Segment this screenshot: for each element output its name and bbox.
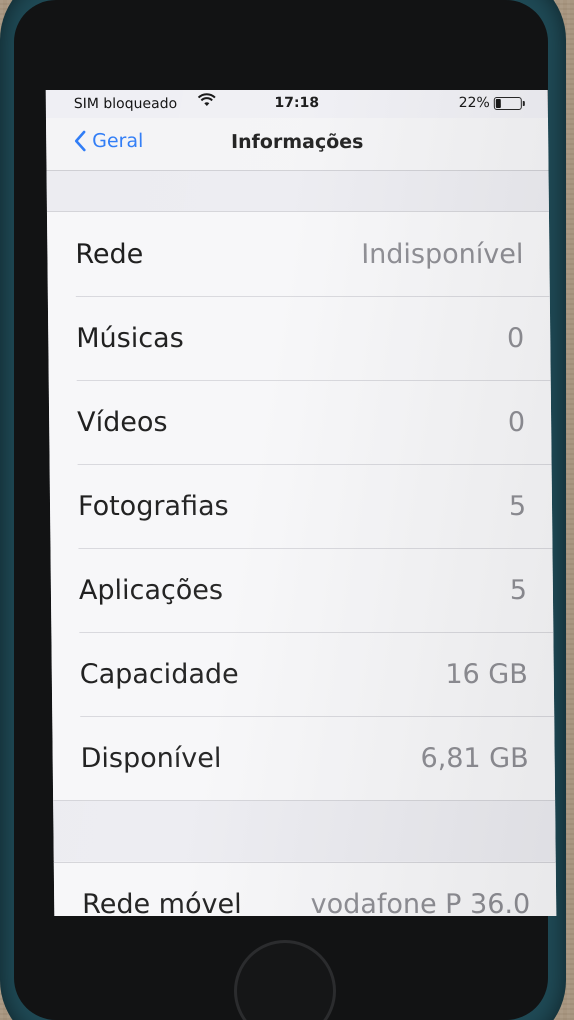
- row-label: Aplicações: [78, 574, 224, 606]
- row-value: vodafone P 36.0: [310, 889, 531, 916]
- photo-scene: SIM bloqueado 17:18 22% Geral Informaçõe…: [0, 0, 574, 1020]
- row-value: Indisponível: [361, 238, 524, 270]
- row-label: Disponível: [80, 742, 222, 774]
- phone-body: SIM bloqueado 17:18 22% Geral Informaçõe…: [14, 0, 557, 1020]
- info-row-capacity: Capacidade 16 GB: [51, 632, 554, 716]
- info-row-photos: Fotografias 5: [50, 464, 553, 548]
- section-separator: [46, 171, 549, 211]
- info-row-available: Disponível 6,81 GB: [52, 716, 555, 800]
- phone-screen: SIM bloqueado 17:18 22% Geral Informaçõe…: [45, 90, 557, 916]
- row-label: Rede móvel: [82, 889, 242, 916]
- row-value: 5: [508, 490, 527, 522]
- battery-icon: [493, 97, 525, 110]
- battery-fill: [495, 99, 501, 108]
- info-row-applications: Aplicações 5: [50, 548, 553, 632]
- info-row-network: Rede Indisponível: [47, 212, 550, 296]
- info-row-songs: Músicas 0: [48, 296, 551, 380]
- battery-percent: 22%: [458, 95, 490, 111]
- row-label: Fotografias: [77, 490, 229, 522]
- info-row-videos: Vídeos 0: [49, 380, 552, 464]
- row-label: Rede: [75, 238, 144, 270]
- row-value: 0: [507, 406, 526, 438]
- navigation-bar: Geral Informações: [45, 118, 549, 171]
- row-label: Vídeos: [76, 406, 168, 438]
- row-label: Capacidade: [79, 658, 239, 690]
- row-value: 6,81 GB: [420, 742, 529, 774]
- row-value: 16 GB: [445, 658, 528, 690]
- status-bar: SIM bloqueado 17:18 22%: [46, 90, 548, 118]
- home-button[interactable]: [234, 940, 336, 1020]
- battery-tip: [522, 101, 525, 106]
- row-value: 5: [509, 574, 528, 606]
- info-list: Rede Indisponível Músicas 0 Vídeos 0 Fot…: [46, 211, 556, 801]
- row-value: 0: [506, 322, 525, 354]
- row-label: Músicas: [76, 322, 184, 354]
- page-title: Informações: [230, 131, 364, 153]
- info-row-carrier: Rede móvel vodafone P 36.0: [53, 862, 557, 916]
- section-separator: [53, 801, 556, 861]
